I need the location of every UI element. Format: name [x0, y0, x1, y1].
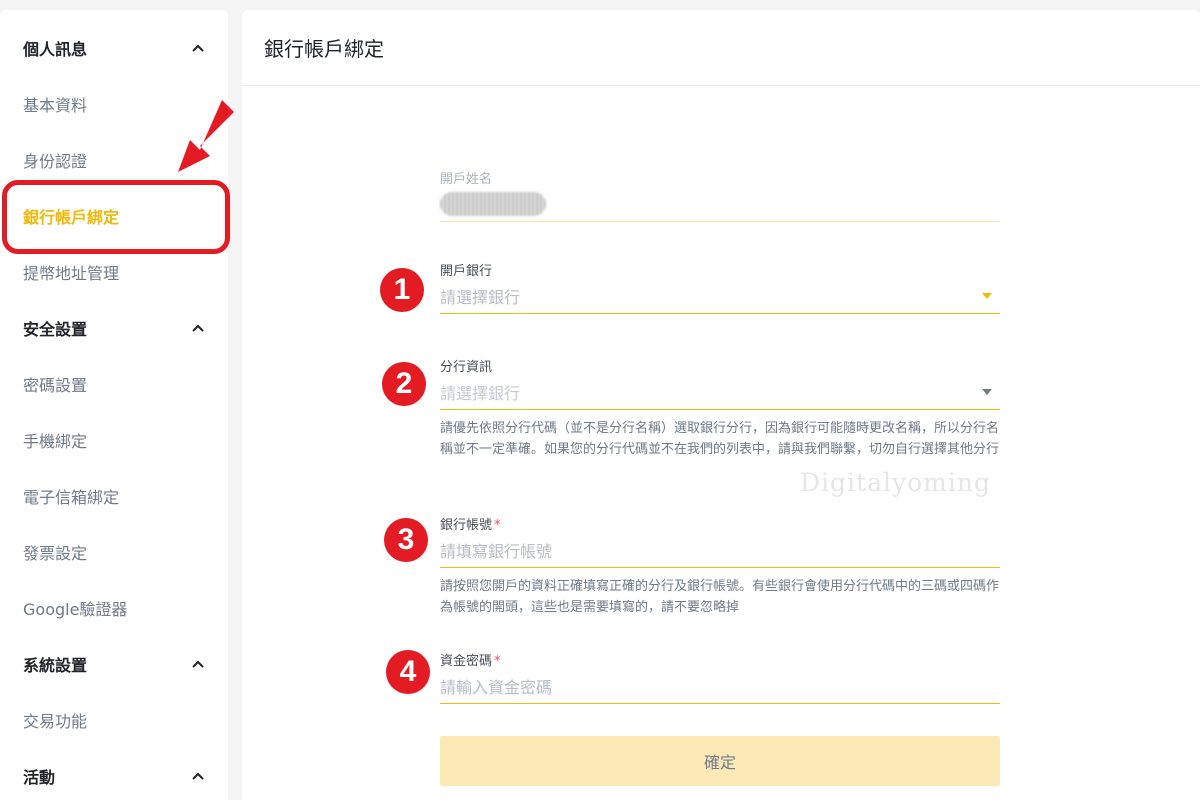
sidebar-item-label: 銀行帳戶綁定 [23, 208, 120, 227]
fund-password-placeholder: 請輸入資金密碼 [440, 677, 553, 697]
sidebar-item-label: 密碼設置 [23, 376, 88, 395]
sidebar-item-label: 手機綁定 [23, 432, 88, 451]
sidebar-item-phone[interactable]: 手機綁定 [0, 412, 228, 468]
bank-field: 開戶銀行 請選擇銀行 [440, 260, 1000, 314]
account-number-label: 銀行帳號 * [440, 514, 1000, 533]
page-title: 銀行帳戶綁定 [242, 10, 1200, 86]
dropdown-caret-icon [982, 389, 992, 395]
fund-password-label: 資金密碼 * [440, 650, 1000, 669]
sidebar-item-trading[interactable]: 交易功能 [0, 692, 228, 748]
sidebar-item-withdraw-address[interactable]: 提幣地址管理 [0, 244, 228, 300]
sidebar-item-label: 電子信箱綁定 [23, 488, 120, 507]
main-panel: 銀行帳戶綁定 開戶姓名 開戶銀行 請選擇銀行 分行資訊 請選擇銀行 請優先依照分… [242, 10, 1200, 800]
sidebar-item-email[interactable]: 電子信箱綁定 [0, 468, 228, 524]
sidebar-group-label: 個人訊息 [23, 40, 88, 59]
chevron-up-icon[interactable] [190, 656, 206, 672]
sidebar-item-label: 交易功能 [23, 712, 88, 731]
confirm-button[interactable]: 確定 [440, 736, 1000, 786]
fund-password-input[interactable]: 請輸入資金密碼 [440, 668, 1000, 704]
account-number-field: 銀行帳號 * 請填寫銀行帳號 請按照您開戶的資料正確填寫正確的分行及銀行帳號。有些… [440, 514, 1000, 618]
blurred-name [440, 191, 546, 216]
sidebar-group-label: 安全設置 [23, 320, 88, 339]
sidebar-group-label: 活動 [23, 768, 56, 787]
fund-password-field: 資金密碼 * 請輸入資金密碼 [440, 650, 1000, 704]
bank-placeholder: 請選擇銀行 [440, 287, 521, 307]
branch-select[interactable]: 請選擇銀行 [440, 374, 1000, 410]
watermark: Digitalyoming [800, 468, 991, 497]
account-name-label: 開戶姓名 [440, 172, 493, 187]
dropdown-caret-icon [982, 293, 992, 299]
sidebar-group-security[interactable]: 安全設置 [0, 300, 228, 356]
bank-label: 開戶銀行 [440, 264, 493, 279]
branch-label: 分行資訊 [440, 360, 493, 375]
account-name-value [440, 186, 1000, 222]
account-number-label-text: 銀行帳號 [440, 518, 493, 533]
branch-hint: 請優先依照分行代碼（並不是分行名稱）選取銀行分行，因為銀行可能隨時更改名稱，所以… [440, 421, 1000, 457]
sidebar-item-password[interactable]: 密碼設置 [0, 356, 228, 412]
sidebar-group-label: 系統設置 [23, 656, 88, 675]
sidebar-group-activity[interactable]: 活動 [0, 748, 228, 800]
sidebar-item-label: 身份認證 [23, 152, 88, 171]
account-number-hint: 請按照您開戶的資料正確填寫正確的分行及銀行帳號。有些銀行會使用分行代碼中的三碼或… [440, 579, 1000, 615]
step-badge-2: 2 [382, 362, 426, 406]
sidebar-item-google-auth[interactable]: Google驗證器 [0, 580, 228, 636]
branch-placeholder: 請選擇銀行 [440, 383, 521, 403]
chevron-up-icon[interactable] [190, 320, 206, 336]
step-badge-4: 4 [386, 650, 430, 694]
required-mark: * [494, 518, 501, 533]
sidebar-item-bank-binding[interactable]: 銀行帳戶綁定 [0, 188, 228, 244]
step-badge-1: 1 [380, 268, 424, 312]
account-name-field: 開戶姓名 [440, 168, 1000, 222]
step-badge-3: 3 [384, 518, 428, 562]
branch-field: 分行資訊 請選擇銀行 請優先依照分行代碼（並不是分行名稱）選取銀行分行，因為銀行… [440, 356, 1000, 460]
sidebar-group-personal[interactable]: 個人訊息 [0, 20, 228, 76]
sidebar-item-label: 發票設定 [23, 544, 88, 563]
red-arrow-icon [178, 100, 234, 172]
sidebar-group-system[interactable]: 系統設置 [0, 636, 228, 692]
fund-password-label-text: 資金密碼 [440, 654, 493, 669]
bank-select[interactable]: 請選擇銀行 [440, 278, 1000, 314]
sidebar-item-invoice[interactable]: 發票設定 [0, 524, 228, 580]
account-number-input[interactable]: 請填寫銀行帳號 [440, 532, 1000, 568]
required-mark: * [494, 654, 501, 669]
sidebar-item-label: 提幣地址管理 [23, 264, 120, 283]
chevron-up-icon[interactable] [190, 768, 206, 784]
sidebar-item-label: Google驗證器 [23, 600, 128, 619]
chevron-up-icon[interactable] [190, 40, 206, 56]
sidebar-item-label: 基本資料 [23, 96, 88, 115]
account-number-placeholder: 請填寫銀行帳號 [440, 541, 553, 561]
